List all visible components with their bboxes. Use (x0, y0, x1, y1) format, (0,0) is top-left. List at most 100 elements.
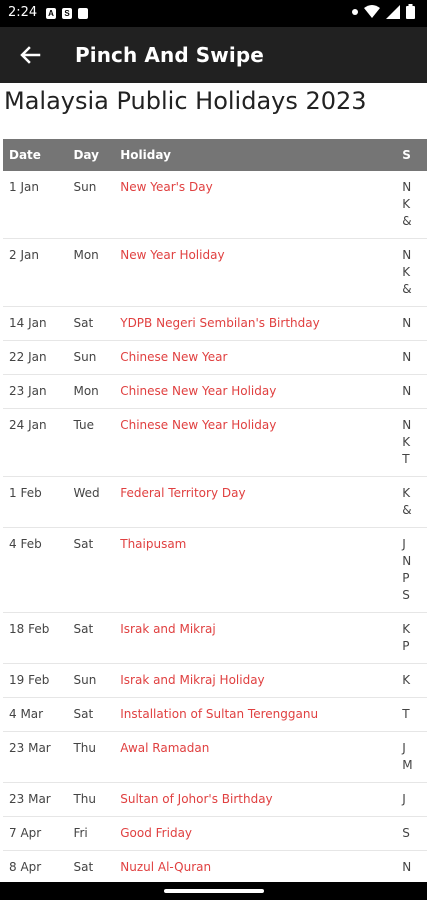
sd-card-icon (78, 8, 88, 19)
holiday-link[interactable]: New Year's Day (114, 171, 397, 239)
row-state: T (396, 697, 427, 732)
header-holiday: Holiday (114, 139, 397, 171)
header-date: Date (3, 139, 68, 171)
holiday-link[interactable]: Installation of Sultan Terengganu (114, 697, 397, 732)
row-date: 4 Mar (3, 697, 68, 732)
row-date: 22 Jan (3, 340, 68, 375)
header-day: Day (67, 139, 115, 171)
state-code: K (402, 197, 411, 211)
holiday-link[interactable]: Awal Ramadan (114, 731, 397, 783)
table-row: 23 Jan Mon Chinese New Year Holiday N (3, 374, 427, 409)
row-state: N K & (396, 171, 427, 239)
page-title: Malaysia Public Holidays 2023 (4, 87, 367, 115)
row-date: 14 Jan (3, 306, 68, 341)
table-row: 1 Feb Wed Federal Territory Day K & (3, 476, 427, 528)
row-state: JNPS (396, 527, 427, 613)
state-code: S (402, 588, 410, 602)
state-code: & (402, 214, 412, 228)
holiday-link[interactable]: Israk and Mikraj Holiday (114, 663, 397, 698)
state-code: T (402, 707, 410, 721)
table-row: 4 Mar Sat Installation of Sultan Terenggan… (3, 697, 427, 732)
row-day: Sat (67, 697, 115, 732)
state-code: N (402, 180, 412, 194)
state-code: N (402, 248, 412, 262)
row-date: 2 Jan (3, 238, 68, 307)
row-day: Fri (67, 816, 115, 851)
table-row: 7 Apr Fri Good Friday S (3, 816, 427, 851)
row-date: 8 Apr (3, 850, 68, 885)
holiday-link[interactable]: Chinese New Year (114, 340, 397, 375)
row-date: 1 Jan (3, 171, 68, 239)
row-day: Sat (67, 306, 115, 341)
table-header-row: Date Day Holiday S (3, 139, 427, 171)
row-day: Sun (67, 171, 115, 239)
state-code: P (402, 571, 410, 585)
status-bar: 2:24 A S (0, 0, 427, 27)
row-state: S (396, 816, 427, 851)
app-title: Pinch And Swipe (75, 43, 264, 67)
table-row: 14 Jan Sat YDPB Negeri Sembilan's Birthday… (3, 306, 427, 341)
state-code: K (402, 265, 411, 279)
holiday-link[interactable]: Chinese New Year Holiday (114, 408, 397, 477)
table-row: 24 Jan Tue Chinese New Year Holiday N K T (3, 408, 427, 477)
table-row: 2 Jan Mon New Year Holiday N K & (3, 238, 427, 307)
state-code: N (402, 554, 412, 568)
state-code: N (402, 350, 412, 364)
row-day: Sun (67, 663, 115, 698)
row-date: 23 Mar (3, 731, 68, 783)
navigation-bar (0, 882, 427, 900)
row-state: N (396, 374, 427, 409)
state-code: J (402, 741, 406, 755)
row-date: 23 Jan (3, 374, 68, 409)
row-state: K (396, 663, 427, 698)
holiday-link[interactable]: Sultan of Johor's Birthday (114, 782, 397, 817)
row-state: NKT (396, 408, 427, 477)
home-handle[interactable] (164, 889, 264, 893)
row-state: KP (396, 612, 427, 664)
state-code: & (402, 282, 412, 296)
table-row: 23 Mar Thu Awal Ramadan J M (3, 731, 427, 783)
table-row: 8 Apr Sat Nuzul Al-Quran N (3, 850, 427, 885)
row-day: Mon (67, 374, 115, 409)
arrow-back-icon[interactable] (14, 39, 46, 71)
signal-dot-icon (352, 8, 358, 15)
row-day: Thu (67, 782, 115, 817)
row-date: 4 Feb (3, 527, 68, 613)
row-date: 1 Feb (3, 476, 68, 528)
state-code: S (402, 826, 410, 840)
row-day: Sun (67, 340, 115, 375)
holiday-link[interactable]: YDPB Negeri Sembilan's Birthday (114, 306, 397, 341)
row-day: Thu (67, 731, 115, 783)
holiday-link[interactable]: Thaipusam (114, 527, 397, 613)
sync-icon: S (62, 8, 72, 19)
holiday-link[interactable]: Chinese New Year Holiday (114, 374, 397, 409)
state-code: K (402, 486, 411, 500)
table-row: 18 Feb Sat Israk and Mikraj K P (3, 612, 427, 664)
state-code: M (402, 758, 413, 772)
row-day: Sat (67, 612, 115, 664)
row-date: 24 Jan (3, 408, 68, 477)
state-code: N (402, 384, 412, 398)
row-date: 18 Feb (3, 612, 68, 664)
battery-icon (406, 4, 415, 19)
state-code: & (402, 503, 412, 517)
app-bar: Pinch And Swipe (0, 27, 427, 83)
row-date: 7 Apr (3, 816, 68, 851)
row-state: JM (396, 731, 427, 783)
row-date: 23 Mar (3, 782, 68, 817)
holiday-link[interactable]: Nuzul Al-Quran (114, 850, 397, 885)
table-row: 22 Jan Sun Chinese New Year N (3, 340, 427, 375)
row-state: K & (396, 476, 427, 528)
state-code: N (402, 316, 412, 330)
holiday-link[interactable]: Israk and Mikraj (114, 612, 397, 664)
row-day: Mon (67, 238, 115, 307)
holiday-link[interactable]: New Year Holiday (114, 238, 397, 307)
row-state: N K & (396, 238, 427, 307)
state-code: T (402, 452, 410, 466)
wifi-icon (364, 4, 380, 18)
holiday-link[interactable]: Federal Territory Day (114, 476, 397, 528)
row-state: N (396, 340, 427, 375)
table-row: 1 Jan Sun New Year's Day N K & (3, 171, 427, 239)
table-row: 4 Feb Sat Thaipusam J N P S (3, 527, 427, 613)
holiday-link[interactable]: Good Friday (114, 816, 397, 851)
